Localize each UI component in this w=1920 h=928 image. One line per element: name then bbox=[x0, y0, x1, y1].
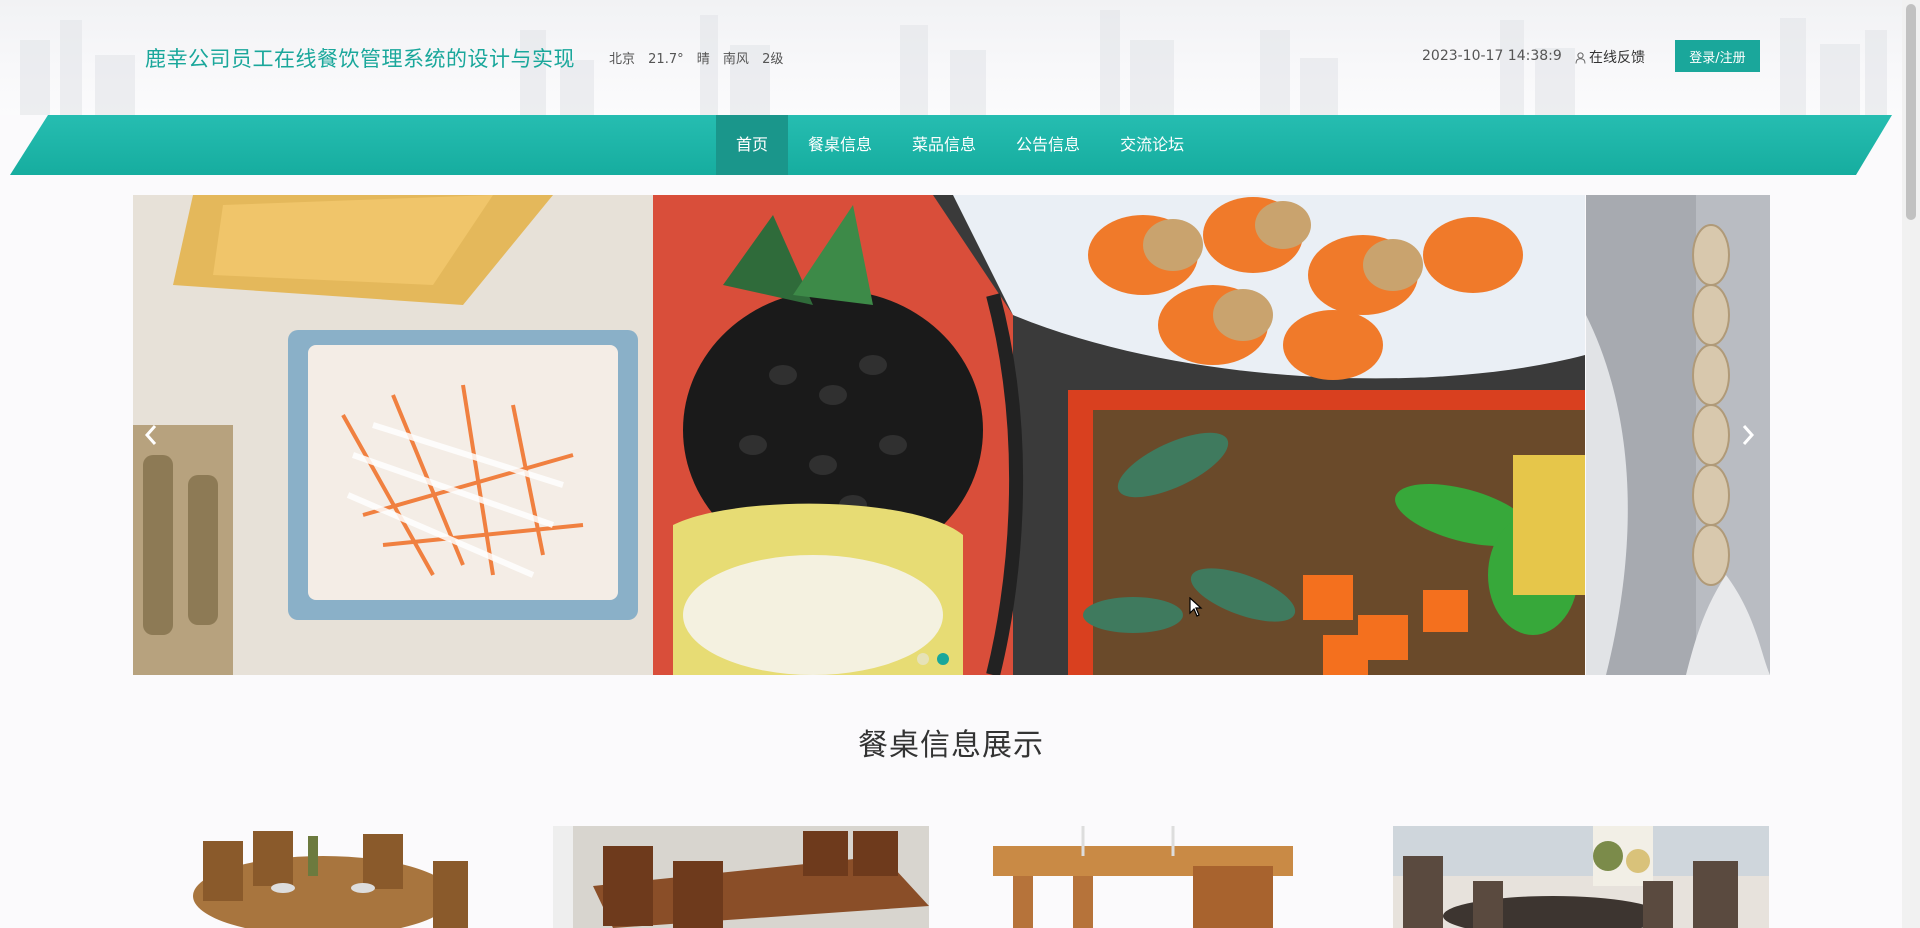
nav-item-announcements[interactable]: 公告信息 bbox=[996, 115, 1100, 175]
nav-item-tables[interactable]: 餐桌信息 bbox=[788, 115, 892, 175]
table-card-list bbox=[133, 826, 1769, 928]
table-card[interactable] bbox=[1393, 826, 1769, 928]
table-card[interactable] bbox=[973, 826, 1349, 928]
table-card-image bbox=[1393, 826, 1769, 928]
user-icon bbox=[1575, 52, 1586, 64]
weather-widget: 北京 21.7° 晴 南风 2级 bbox=[609, 48, 792, 67]
carousel-dot-1[interactable] bbox=[917, 653, 929, 665]
weather-condition: 晴 bbox=[696, 52, 710, 67]
site-title[interactable]: 鹿幸公司员工在线餐饮管理系统的设计与实现 bbox=[145, 43, 575, 73]
carousel-prev-button[interactable] bbox=[133, 417, 169, 453]
table-card-image bbox=[553, 826, 929, 928]
page-scrollbar[interactable] bbox=[1902, 0, 1920, 928]
header: 鹿幸公司员工在线餐饮管理系统的设计与实现 北京 21.7° 晴 南风 2级 20… bbox=[0, 0, 1902, 115]
table-card[interactable] bbox=[553, 826, 929, 928]
chevron-right-icon bbox=[1742, 425, 1755, 445]
banner-image-food-platter bbox=[133, 195, 1585, 675]
section-title: 餐桌信息展示 bbox=[858, 728, 1044, 763]
main-nav: 首页 餐桌信息 菜品信息 公告信息 交流论坛 bbox=[716, 115, 1204, 175]
login-register-button[interactable]: 登录/注册 bbox=[1675, 40, 1760, 72]
table-card[interactable] bbox=[133, 826, 509, 928]
scrollbar-thumb[interactable] bbox=[1906, 4, 1916, 220]
weather-temperature: 21.7° bbox=[648, 52, 684, 67]
mouse-cursor-icon bbox=[1189, 597, 1203, 617]
weather-wind: 南风 bbox=[722, 52, 749, 67]
carousel-dot-2[interactable] bbox=[937, 653, 949, 665]
chevron-left-icon bbox=[144, 425, 157, 445]
feedback-link[interactable]: 在线反馈 bbox=[1575, 47, 1645, 67]
nav-item-home[interactable]: 首页 bbox=[716, 115, 789, 175]
feedback-label: 在线反馈 bbox=[1589, 50, 1645, 66]
current-datetime: 2023-10-17 14:38:9 bbox=[1422, 48, 1562, 64]
nav-item-forum[interactable]: 交流论坛 bbox=[1100, 115, 1204, 175]
table-card-image bbox=[133, 826, 509, 928]
weather-city: 北京 bbox=[609, 52, 636, 67]
table-card-image bbox=[973, 826, 1349, 928]
weather-level: 2级 bbox=[762, 52, 784, 67]
banner-carousel[interactable] bbox=[133, 195, 1770, 675]
carousel-indicators bbox=[917, 653, 949, 665]
carousel-next-button[interactable] bbox=[1730, 417, 1766, 453]
nav-item-dishes[interactable]: 菜品信息 bbox=[892, 115, 996, 175]
